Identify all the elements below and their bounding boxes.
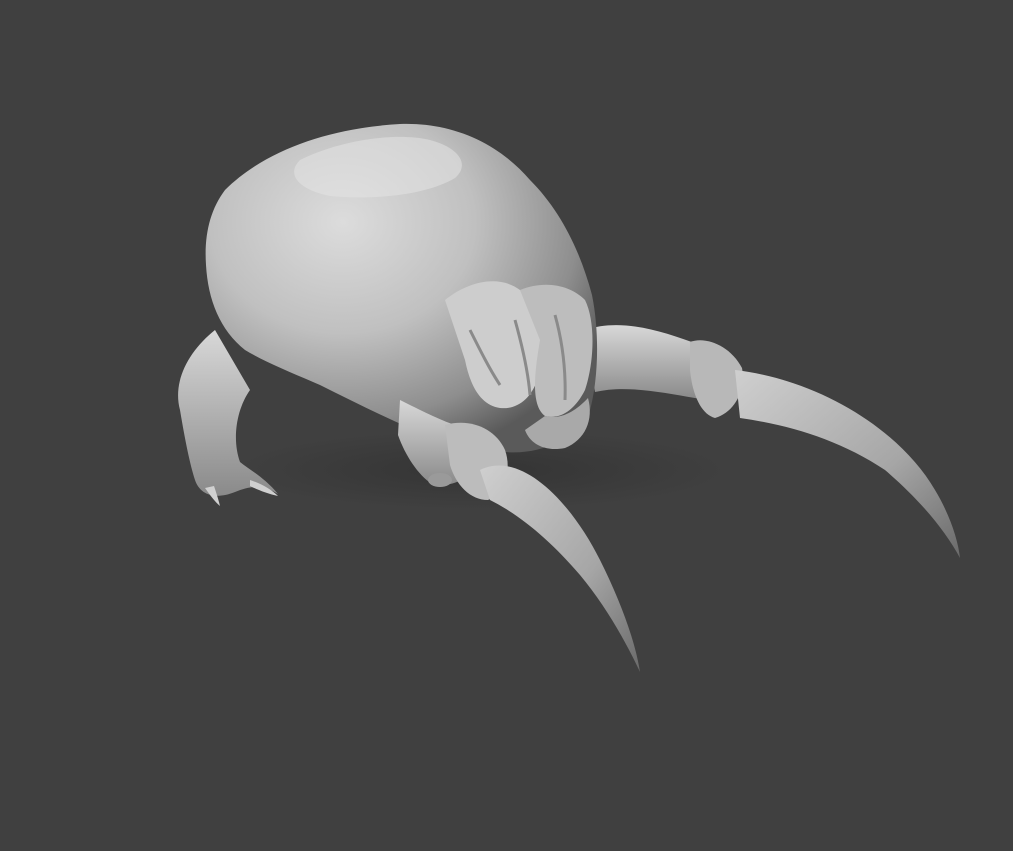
3d-viewport[interactable]: [0, 0, 1013, 851]
model-render: [178, 123, 960, 672]
hidden-toe: [428, 473, 452, 487]
